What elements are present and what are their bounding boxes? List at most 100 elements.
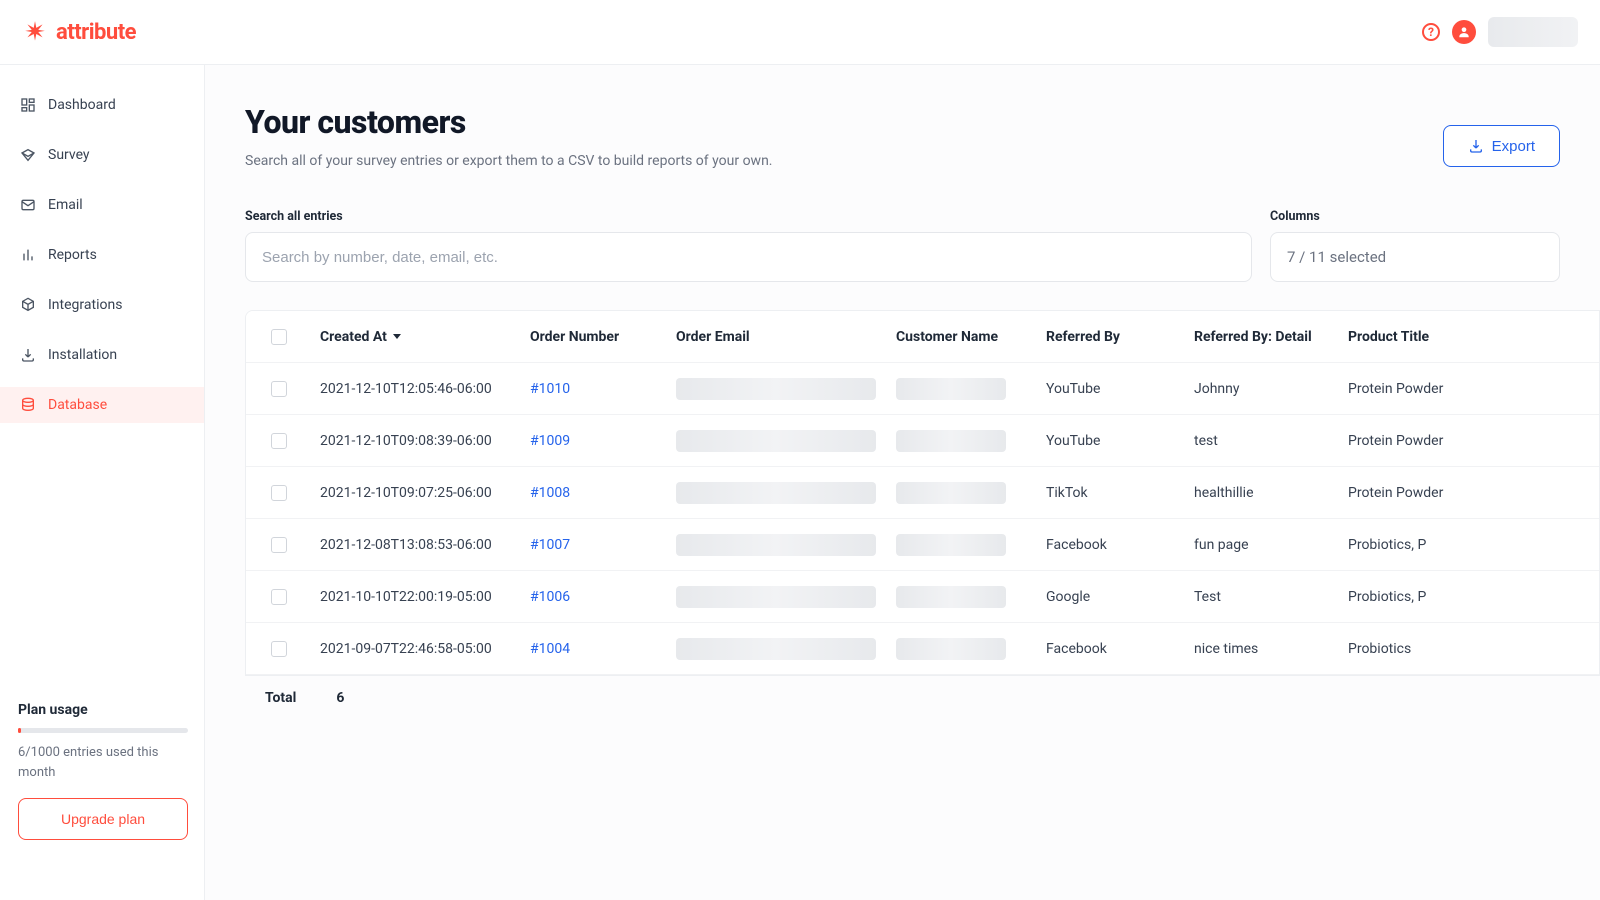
cell-order-email bbox=[668, 482, 888, 504]
column-header-customer-name[interactable]: Customer Name bbox=[888, 329, 1038, 345]
column-header-product-title[interactable]: Product Title bbox=[1340, 329, 1460, 345]
header-checkbox-cell bbox=[246, 329, 312, 345]
columns-control: Columns 7 / 11 selected bbox=[1270, 209, 1560, 282]
database-icon bbox=[20, 397, 36, 413]
row-checkbox[interactable] bbox=[271, 433, 287, 449]
download-icon bbox=[1468, 138, 1484, 154]
table-row[interactable]: 2021-10-10T22:00:19-05:00 #1006 Google T… bbox=[246, 571, 1599, 623]
sidebar-item-label: Email bbox=[48, 197, 83, 213]
brand-name: attribute bbox=[56, 20, 136, 45]
row-checkbox[interactable] bbox=[271, 485, 287, 501]
order-number-link[interactable]: #1010 bbox=[530, 381, 570, 397]
cell-referred-by: Facebook bbox=[1038, 641, 1186, 657]
page-header: Your customers Search all of your survey… bbox=[245, 103, 1560, 169]
redacted-name bbox=[896, 378, 1006, 400]
upgrade-plan-button[interactable]: Upgrade plan bbox=[18, 798, 188, 840]
plan-progress-fill bbox=[18, 728, 21, 733]
cell-order-number: #1006 bbox=[522, 589, 668, 605]
sidebar-item-database[interactable]: Database bbox=[0, 387, 204, 423]
main: Your customers Search all of your survey… bbox=[205, 65, 1600, 900]
integrations-icon bbox=[20, 297, 36, 313]
columns-select-wrap[interactable]: 7 / 11 selected bbox=[1270, 232, 1560, 282]
installation-icon bbox=[20, 347, 36, 363]
sidebar-item-dashboard[interactable]: Dashboard bbox=[0, 87, 204, 123]
email-icon bbox=[20, 197, 36, 213]
row-checkbox[interactable] bbox=[271, 381, 287, 397]
sidebar-item-reports[interactable]: Reports bbox=[0, 237, 204, 273]
table-row[interactable]: 2021-12-10T09:08:39-06:00 #1009 YouTube … bbox=[246, 415, 1599, 467]
help-icon[interactable]: ? bbox=[1422, 23, 1440, 41]
cell-customer-name bbox=[888, 482, 1038, 504]
row-checkbox-cell bbox=[246, 589, 312, 605]
columns-selected-value: 7 / 11 selected bbox=[1287, 248, 1543, 266]
sidebar-item-label: Database bbox=[48, 397, 107, 413]
cell-created-at: 2021-12-08T13:08:53-06:00 bbox=[312, 537, 522, 553]
table-header-row: Created At Order Number Order Email Cust… bbox=[246, 311, 1599, 363]
sidebar-item-integrations[interactable]: Integrations bbox=[0, 287, 204, 323]
cell-referred-detail: Johnny bbox=[1186, 381, 1340, 397]
user-avatar[interactable] bbox=[1452, 20, 1476, 44]
row-checkbox-cell bbox=[246, 485, 312, 501]
total-label: Total bbox=[265, 690, 296, 706]
sidebar-item-installation[interactable]: Installation bbox=[0, 337, 204, 373]
redacted-name bbox=[896, 430, 1006, 452]
table-row[interactable]: 2021-12-10T12:05:46-06:00 #1010 YouTube … bbox=[246, 363, 1599, 415]
cell-created-at: 2021-12-10T12:05:46-06:00 bbox=[312, 381, 522, 397]
cell-referred-by: Facebook bbox=[1038, 537, 1186, 553]
cell-referred-by: TikTok bbox=[1038, 485, 1186, 501]
cell-order-number: #1004 bbox=[522, 641, 668, 657]
cell-order-number: #1008 bbox=[522, 485, 668, 501]
page-subtitle: Search all of your survey entries or exp… bbox=[245, 153, 773, 169]
cell-referred-detail: healthillie bbox=[1186, 485, 1340, 501]
row-checkbox-cell bbox=[246, 537, 312, 553]
table-row[interactable]: 2021-09-07T22:46:58-05:00 #1004 Facebook… bbox=[246, 623, 1599, 675]
order-number-link[interactable]: #1009 bbox=[530, 433, 570, 449]
cell-order-email bbox=[668, 638, 888, 660]
redacted-email bbox=[676, 638, 876, 660]
row-checkbox[interactable] bbox=[271, 641, 287, 657]
column-header-order-number[interactable]: Order Number bbox=[522, 329, 668, 345]
cell-product-title: Protein Powder bbox=[1340, 433, 1460, 449]
cell-customer-name bbox=[888, 430, 1038, 452]
user-menu-pill[interactable] bbox=[1488, 17, 1578, 47]
cell-customer-name bbox=[888, 586, 1038, 608]
sidebar-item-email[interactable]: Email bbox=[0, 187, 204, 223]
select-all-checkbox[interactable] bbox=[271, 329, 287, 345]
cell-created-at: 2021-12-10T09:07:25-06:00 bbox=[312, 485, 522, 501]
sidebar-item-label: Survey bbox=[48, 147, 90, 163]
table-row[interactable]: 2021-12-08T13:08:53-06:00 #1007 Facebook… bbox=[246, 519, 1599, 571]
table-footer: Total 6 bbox=[245, 676, 1600, 720]
cell-product-title: Protein Powder bbox=[1340, 485, 1460, 501]
order-number-link[interactable]: #1004 bbox=[530, 641, 570, 657]
order-number-link[interactable]: #1008 bbox=[530, 485, 570, 501]
topbar: attribute ? bbox=[0, 0, 1600, 65]
cell-product-title: Probiotics, P bbox=[1340, 537, 1460, 553]
column-header-referred-detail[interactable]: Referred By: Detail bbox=[1186, 329, 1340, 345]
redacted-name bbox=[896, 534, 1006, 556]
brand-logo-icon bbox=[22, 19, 48, 45]
dashboard-icon bbox=[20, 97, 36, 113]
search-input[interactable] bbox=[262, 249, 1235, 266]
table-wrap: Created At Order Number Order Email Cust… bbox=[205, 310, 1600, 720]
order-number-link[interactable]: #1007 bbox=[530, 537, 570, 553]
redacted-name bbox=[896, 638, 1006, 660]
row-checkbox-cell bbox=[246, 641, 312, 657]
row-checkbox[interactable] bbox=[271, 589, 287, 605]
redacted-email bbox=[676, 534, 876, 556]
cell-customer-name bbox=[888, 534, 1038, 556]
plan-usage-title: Plan usage bbox=[18, 702, 186, 718]
plan-usage-text: 6/1000 entries used this month bbox=[18, 743, 186, 782]
table-row[interactable]: 2021-12-10T09:07:25-06:00 #1008 TikTok h… bbox=[246, 467, 1599, 519]
row-checkbox[interactable] bbox=[271, 537, 287, 553]
columns-label: Columns bbox=[1270, 209, 1560, 224]
export-button[interactable]: Export bbox=[1443, 125, 1560, 167]
cell-product-title: Probiotics bbox=[1340, 641, 1460, 657]
column-header-referred-by[interactable]: Referred By bbox=[1038, 329, 1186, 345]
brand[interactable]: attribute bbox=[22, 19, 136, 45]
column-header-order-email[interactable]: Order Email bbox=[668, 329, 888, 345]
sidebar-item-survey[interactable]: Survey bbox=[0, 137, 204, 173]
redacted-email bbox=[676, 586, 876, 608]
column-header-created-at[interactable]: Created At bbox=[312, 329, 522, 345]
order-number-link[interactable]: #1006 bbox=[530, 589, 570, 605]
cell-order-email bbox=[668, 534, 888, 556]
